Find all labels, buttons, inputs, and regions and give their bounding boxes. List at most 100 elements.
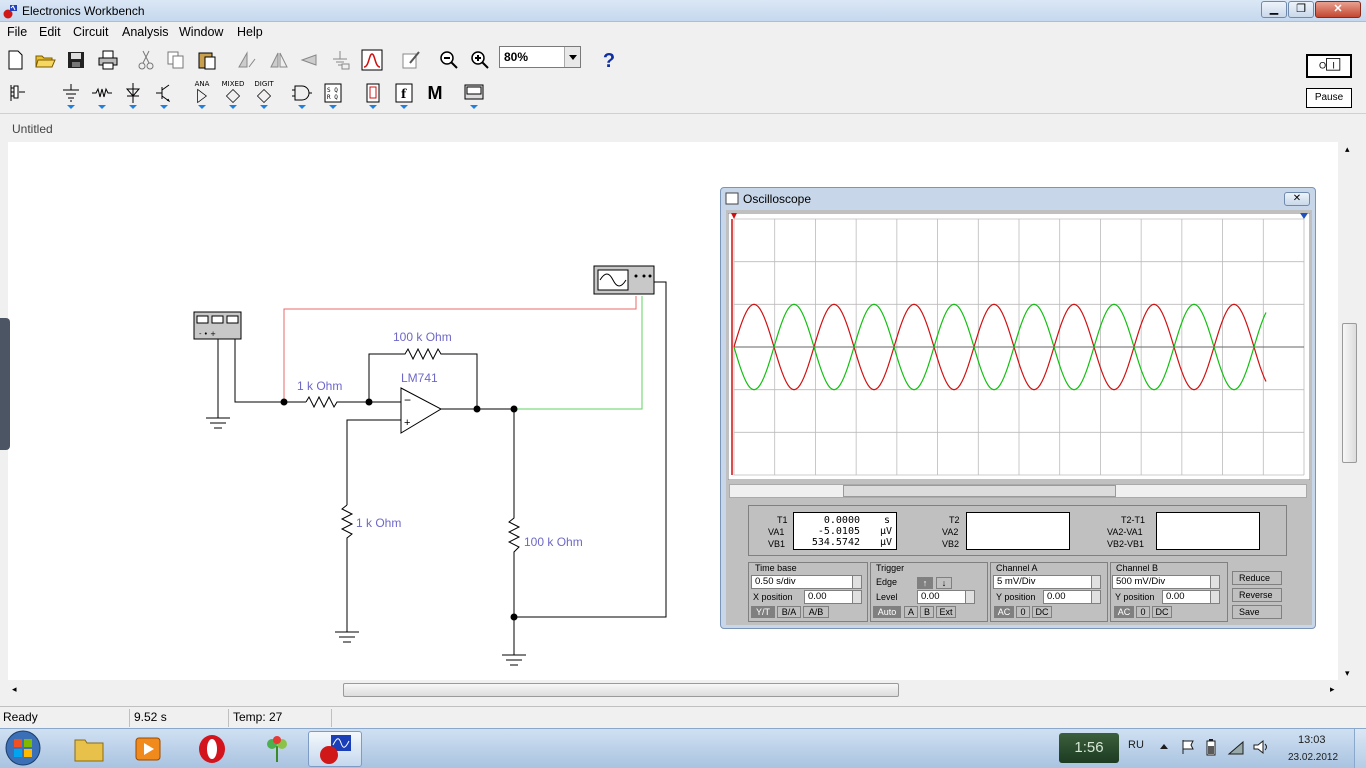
maximize-button[interactable]: ❐ xyxy=(1288,1,1314,18)
svg-text:O: O xyxy=(1319,61,1326,71)
channel-b-ypos-label: Y position xyxy=(1115,592,1155,602)
minimize-icon: ▁ xyxy=(1269,3,1279,15)
power-switch[interactable]: OI xyxy=(1306,54,1352,78)
close-icon: ✕ xyxy=(1333,3,1343,15)
level-field[interactable]: 0.00 xyxy=(917,590,967,604)
va2-label: VA2 xyxy=(942,527,959,537)
volume-icon[interactable] xyxy=(1252,738,1270,756)
oscilloscope-scroll-thumb[interactable] xyxy=(843,485,1116,497)
trigger-title: Trigger xyxy=(876,563,905,573)
t1-value: 0.0000 xyxy=(823,515,860,526)
rising-edge-button[interactable]: ↑ xyxy=(917,577,933,589)
start-button[interactable] xyxy=(3,729,43,767)
opamp-label: LM741 xyxy=(401,371,438,385)
load-resistor-label: 100 k Ohm xyxy=(524,535,583,549)
t1-unit: s xyxy=(883,515,890,526)
oscilloscope-close-button[interactable]: ✕ xyxy=(1284,192,1310,206)
vb1-label: VB1 xyxy=(768,539,786,549)
channel-b-ypos-spinner[interactable] xyxy=(1210,590,1220,604)
mode-yt-button[interactable]: Y/T xyxy=(751,606,775,618)
scroll-up-icon[interactable]: ▴ xyxy=(1345,144,1350,155)
channel-a-title: Channel A xyxy=(996,563,1038,573)
power-switch-icon: OI xyxy=(1319,58,1341,71)
scroll-right-icon[interactable]: ▸ xyxy=(1330,684,1335,695)
input-resistor-label: 1 k Ohm xyxy=(297,379,343,393)
channel-b-dc-button[interactable]: DC xyxy=(1152,606,1172,618)
vb2-label: VB2 xyxy=(942,539,960,549)
input-resistor xyxy=(305,395,369,409)
trigger-ext-button[interactable]: Ext xyxy=(936,606,956,618)
edge-label: Edge xyxy=(876,577,898,587)
show-hidden-icons-icon[interactable] xyxy=(1158,741,1170,751)
mode-ab-button[interactable]: A/B xyxy=(803,606,829,618)
tray-clock-date[interactable]: 23.02.2012 xyxy=(1288,752,1338,763)
channel-a-ac-button[interactable]: AC xyxy=(994,606,1014,618)
save-data-button[interactable]: Save xyxy=(1232,605,1282,619)
vb1-unit: µV xyxy=(879,537,892,548)
channel-a-zero-button[interactable]: 0 xyxy=(1016,606,1030,618)
battery-icon[interactable] xyxy=(1205,738,1217,756)
scroll-left-icon[interactable]: ◂ xyxy=(12,684,17,695)
feedback-resistor-label: 100 k Ohm xyxy=(393,330,452,344)
oscilloscope-instrument[interactable] xyxy=(593,265,655,295)
channel-a-dc-button[interactable]: DC xyxy=(1032,606,1052,618)
vb2-vb1-label: VB2-VB1 xyxy=(1107,539,1145,549)
taskbar-opera[interactable] xyxy=(185,731,239,767)
oscilloscope-title: Oscilloscope xyxy=(743,192,812,206)
close-button[interactable]: ✕ xyxy=(1315,1,1361,18)
show-desktop-button[interactable] xyxy=(1354,729,1366,768)
svg-text:- • +: - • + xyxy=(199,330,216,338)
trigger-auto-button[interactable]: Auto xyxy=(873,606,901,618)
network-icon[interactable] xyxy=(1227,738,1245,756)
opamp-lm741[interactable]: − + xyxy=(400,387,443,434)
status-state: Ready xyxy=(0,709,130,727)
channel-b-ac-button[interactable]: AC xyxy=(1114,606,1134,618)
channel-a-scale-spinner[interactable] xyxy=(1091,575,1101,589)
taskbar-explorer[interactable] xyxy=(62,731,116,767)
minimize-button[interactable]: ▁ xyxy=(1261,1,1287,18)
media-player-icon xyxy=(135,737,161,761)
difference-readout xyxy=(1156,512,1260,550)
oscilloscope-screen[interactable] xyxy=(728,213,1310,480)
taskbar-media-player[interactable] xyxy=(121,731,175,767)
function-generator[interactable]: - • + xyxy=(193,311,242,340)
mode-ba-button[interactable]: B/A xyxy=(777,606,801,618)
desktop-clock-gadget[interactable]: 1:56 xyxy=(1059,733,1119,763)
channel-a-ypos-spinner[interactable] xyxy=(1091,590,1101,604)
taskbar-electronics-workbench[interactable] xyxy=(308,731,362,767)
language-indicator[interactable]: RU xyxy=(1128,739,1144,751)
channel-b-zero-button[interactable]: 0 xyxy=(1136,606,1150,618)
trigger-a-button[interactable]: A xyxy=(904,606,918,618)
svg-text:+: + xyxy=(404,417,410,429)
x-position-label: X position xyxy=(753,592,793,602)
x-position-spinner[interactable] xyxy=(852,590,862,604)
x-position-field[interactable]: 0.00 xyxy=(804,590,854,604)
level-spinner[interactable] xyxy=(965,590,975,604)
action-center-flag-icon[interactable] xyxy=(1180,738,1196,756)
status-sim-time: 9.52 s xyxy=(131,709,229,727)
horizontal-scroll-thumb[interactable] xyxy=(343,683,899,697)
reverse-button[interactable]: Reverse xyxy=(1232,588,1282,602)
channel-b-ypos-field[interactable]: 0.00 xyxy=(1162,590,1212,604)
timebase-spinner[interactable] xyxy=(852,575,862,589)
channel-a-scale-field[interactable]: 5 mV/Div xyxy=(993,575,1093,589)
plant-icon xyxy=(267,736,287,762)
t2-t1-label: T2-T1 xyxy=(1121,515,1146,525)
status-temperature: Temp: 27 xyxy=(230,709,332,727)
timebase-field[interactable]: 0.50 s/div xyxy=(751,575,854,589)
va2-va1-label: VA2-VA1 xyxy=(1107,527,1143,537)
vertical-scroll-thumb[interactable] xyxy=(1342,323,1357,463)
taskbar-plant-app[interactable] xyxy=(250,731,304,767)
tray-clock-time[interactable]: 13:03 xyxy=(1298,734,1326,746)
t2-label: T2 xyxy=(949,515,960,525)
channel-a-ypos-field[interactable]: 0.00 xyxy=(1043,590,1093,604)
falling-edge-button[interactable]: ↓ xyxy=(936,577,952,589)
oscilloscope-window-icon xyxy=(725,192,739,205)
trigger-b-button[interactable]: B xyxy=(920,606,934,618)
channel-b-scale-field[interactable]: 500 mV/Div xyxy=(1112,575,1212,589)
channel-b-scale-spinner[interactable] xyxy=(1210,575,1220,589)
reduce-button[interactable]: Reduce xyxy=(1232,571,1282,585)
level-label: Level xyxy=(876,592,898,602)
scroll-down-icon[interactable]: ▾ xyxy=(1345,668,1350,679)
pause-button[interactable]: Pause xyxy=(1306,88,1352,108)
